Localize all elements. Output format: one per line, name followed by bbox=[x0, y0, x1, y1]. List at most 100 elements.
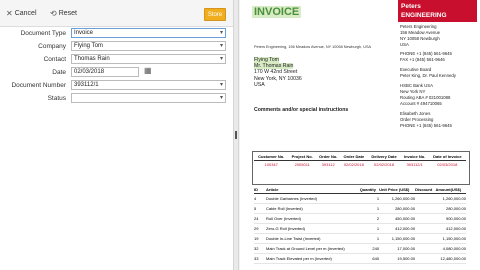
column-header: Discount bbox=[415, 186, 436, 194]
logo-line-2: ENGINEERING bbox=[401, 12, 447, 19]
document-number-row: Document Number 393112/1 ▾ bbox=[0, 80, 233, 93]
customer-city: New York, NY 10036 bbox=[254, 75, 302, 82]
table-row: 5 Cable Roll (Inverted) 1 280,000.00 280… bbox=[254, 203, 466, 214]
chevron-down-icon: ▾ bbox=[219, 43, 223, 49]
table-cell: 29 bbox=[254, 223, 266, 234]
table-cell: 12,480,000.00 bbox=[435, 253, 466, 264]
table-cell: 5 bbox=[254, 203, 266, 214]
table-cell: Roll Over (Inverted) bbox=[266, 213, 360, 224]
table-cell: 4,080,000.00 bbox=[435, 243, 466, 254]
logo-line-1: Peters bbox=[401, 3, 421, 10]
table-cell: 280,000.00 bbox=[435, 203, 466, 214]
document-number-label: Document Number bbox=[11, 82, 66, 89]
table-cell: 4 bbox=[254, 193, 266, 204]
cancel-label: Cancel bbox=[14, 9, 37, 17]
table-row: 24 Roll Over (Inverted) 2 450,000.00 900… bbox=[254, 213, 466, 224]
document-number-value: 393112/1 bbox=[74, 82, 99, 88]
company-row: Company Flying Tom ▾ bbox=[0, 41, 233, 54]
sender-line: Peters Engineering, 156 Meadow Avenue, N… bbox=[254, 45, 372, 49]
table-cell: Main Track at Ground Level per m (Invert… bbox=[266, 243, 360, 254]
invoice-title: INVOICE bbox=[252, 6, 302, 18]
panel-splitter[interactable] bbox=[233, 0, 239, 270]
company-line: PHONE +1 (845) 561-9645 bbox=[400, 123, 452, 128]
reset-button[interactable]: ⟲ Reset bbox=[50, 6, 77, 20]
close-icon: ✕ bbox=[6, 8, 13, 18]
store-button[interactable]: Store bbox=[204, 8, 226, 21]
chevron-down-icon: ▾ bbox=[219, 95, 223, 101]
table-row: 33 Main Track Elevated per m (Inverted) … bbox=[254, 253, 466, 264]
column-header: Customer No. bbox=[254, 153, 289, 161]
contact-value: Thomas Rain bbox=[74, 56, 110, 62]
table-cell: 19 bbox=[254, 233, 266, 244]
table-cell: Main Track Elevated per m (Inverted) bbox=[266, 253, 360, 264]
reset-icon: ⟲ bbox=[50, 8, 57, 18]
table-cell: 02/03/2018 bbox=[437, 162, 458, 167]
table-cell: 1,150,000.00 bbox=[379, 233, 416, 244]
table-cell: 02/02/2018 bbox=[374, 162, 395, 167]
column-header: Amount(US$) bbox=[435, 186, 466, 194]
table-row: 19 Double In-Line Twist (Inverted) 1 1,1… bbox=[254, 233, 466, 244]
company-line: Account # 494710065 bbox=[400, 101, 442, 106]
chevron-down-icon: ▾ bbox=[219, 56, 223, 62]
contact-label: Contact bbox=[43, 56, 66, 63]
column-header: Order No. bbox=[316, 153, 341, 161]
splitter-grip-icon bbox=[235, 131, 237, 139]
table-cell: 1 bbox=[359, 233, 380, 244]
column-header: Unit Price (US$) bbox=[379, 186, 416, 194]
column-header: Invoice No. bbox=[400, 153, 429, 161]
document-type-value: Invoice bbox=[74, 30, 94, 36]
date-label: Date bbox=[52, 69, 66, 76]
invoice-preview: INVOICE Peters ENGINEERING Peters Engine… bbox=[240, 0, 480, 270]
column-header: Order Date bbox=[340, 153, 368, 161]
toolbar: ✕ Cancel ⟲ Reset Store bbox=[0, 0, 233, 27]
table-cell bbox=[415, 213, 436, 224]
table-cell: 1,260,000.00 bbox=[379, 193, 416, 204]
company-line: Peter King, Dr. Paul Kennedy bbox=[400, 73, 456, 78]
table-cell bbox=[415, 203, 436, 214]
company-select[interactable]: Flying Tom ▾ bbox=[71, 41, 226, 51]
status-row: Status ▾ bbox=[0, 93, 233, 106]
table-cell: Double Garbarnes (Inverted) bbox=[266, 193, 360, 204]
table-cell: 24 bbox=[254, 213, 266, 224]
date-input[interactable]: 02/03/2018 bbox=[71, 67, 139, 77]
table-cell: Zero-G Roll (Inverted) bbox=[266, 223, 360, 234]
customer-company: Flying Tom bbox=[254, 57, 279, 63]
column-header: Date of Invoice bbox=[428, 153, 466, 161]
column-header: Quantity bbox=[359, 186, 380, 194]
table-cell: 33 bbox=[254, 253, 266, 264]
status-select[interactable]: ▾ bbox=[71, 93, 226, 103]
table-cell: 1 bbox=[359, 193, 380, 204]
table-cell: 1,260,000.00 bbox=[435, 193, 466, 204]
customer-address: Flying Tom Mr. Thomas Rain 170 W 42nd St… bbox=[254, 57, 302, 88]
edit-panel: ✕ Cancel ⟲ Reset Store Document Type Inv… bbox=[0, 0, 233, 270]
table-cell: 100347 bbox=[264, 162, 278, 167]
calendar-icon[interactable]: ▦ bbox=[144, 66, 154, 76]
table-row: 29 Zero-G Roll (Inverted) 1 412,000.00 4… bbox=[254, 223, 466, 234]
table-cell: 900,000.00 bbox=[435, 213, 466, 224]
reset-label: Reset bbox=[58, 9, 77, 17]
cancel-button[interactable]: ✕ Cancel bbox=[6, 6, 37, 20]
table-cell: 17,000.00 bbox=[379, 243, 416, 254]
customer-street: 170 W 42nd Street bbox=[254, 69, 298, 76]
company-label: Company bbox=[38, 43, 66, 50]
date-row: Date 02/03/2018 ▦ bbox=[0, 66, 233, 80]
contact-select[interactable]: Thomas Rain ▾ bbox=[71, 54, 226, 64]
customer-country: USA bbox=[254, 81, 265, 88]
column-header: Project No. bbox=[288, 153, 317, 161]
customer-contact: Mr. Thomas Rain bbox=[254, 63, 294, 70]
chevron-down-icon: ▾ bbox=[219, 82, 223, 88]
invoice-header-table: Customer No. Project No. Order No. Order… bbox=[254, 153, 466, 168]
status-label: Status bbox=[47, 95, 66, 102]
document-type-select[interactable]: Invoice ▾ bbox=[71, 28, 226, 38]
column-header: Article bbox=[266, 186, 360, 194]
document-type-row: Document Type Invoice ▾ bbox=[0, 28, 233, 41]
table-cell: 412,000.00 bbox=[435, 223, 466, 234]
table-cell: 1 bbox=[359, 223, 380, 234]
company-line: USA bbox=[400, 42, 409, 47]
document-number-select[interactable]: 393112/1 ▾ bbox=[71, 80, 226, 90]
table-cell: 02/02/2018 bbox=[343, 162, 364, 167]
table-cell: Double In-Line Twist (Inverted) bbox=[266, 233, 360, 244]
table-row: 32 Main Track at Ground Level per m (Inv… bbox=[254, 243, 466, 254]
table-cell: 280,000.00 bbox=[379, 203, 416, 214]
document-type-label: Document Type bbox=[20, 30, 66, 37]
